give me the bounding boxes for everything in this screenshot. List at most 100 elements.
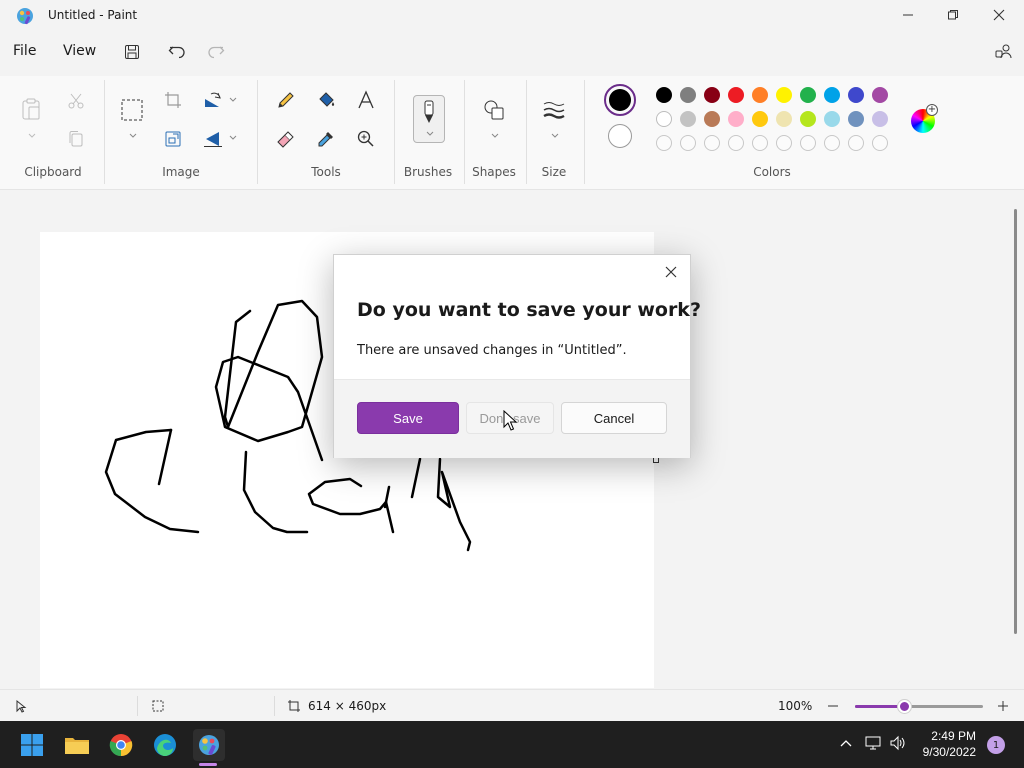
text-tool-button[interactable] [353, 87, 379, 113]
color-swatch[interactable] [728, 111, 744, 127]
save-button[interactable]: Save [357, 402, 459, 434]
custom-color-slot[interactable] [824, 135, 840, 151]
menu-view[interactable]: View [63, 43, 96, 59]
save-icon [125, 45, 139, 59]
edge-button[interactable] [149, 729, 181, 761]
fill-bucket-icon [319, 92, 335, 107]
zoom-slider-thumb[interactable] [897, 700, 911, 713]
resize-icon [165, 131, 181, 147]
chevron-up-icon[interactable] [839, 738, 853, 748]
color-swatch[interactable] [776, 111, 792, 127]
color-swatch[interactable] [800, 111, 816, 127]
network-icon[interactable] [865, 735, 883, 751]
custom-color-slot[interactable] [848, 135, 864, 151]
color-swatch[interactable] [704, 87, 720, 103]
custom-color-slot[interactable] [656, 135, 672, 151]
dialog-title: Do you want to save your work? [357, 299, 701, 321]
color-swatch[interactable] [680, 87, 696, 103]
zoom-slider[interactable] [855, 700, 983, 713]
color-picker-button[interactable] [313, 126, 339, 152]
magnifier-button[interactable] [353, 126, 379, 152]
resize-button[interactable] [160, 126, 186, 152]
chevron-down-icon[interactable] [128, 132, 138, 140]
custom-color-slot[interactable] [752, 135, 768, 151]
volume-icon[interactable] [889, 735, 907, 751]
ribbon-divider [464, 80, 465, 184]
ribbon-divider [394, 80, 395, 184]
color-swatch[interactable] [728, 87, 744, 103]
color-swatch[interactable] [824, 87, 840, 103]
custom-color-slot[interactable] [872, 135, 888, 151]
color-swatch[interactable] [656, 111, 672, 127]
color-swatch[interactable] [656, 87, 672, 103]
color-swatch[interactable] [752, 87, 768, 103]
group-label-image: Image [162, 165, 200, 179]
paste-button[interactable] [18, 96, 44, 122]
rotate-icon [205, 92, 221, 107]
cut-button[interactable] [63, 88, 89, 114]
rotate-button[interactable] [200, 87, 226, 113]
color-swatch[interactable] [848, 111, 864, 127]
pencil-tool-button[interactable] [273, 87, 299, 113]
secondary-color-swatch[interactable] [608, 124, 632, 148]
color-swatch[interactable] [872, 87, 888, 103]
custom-color-slot[interactable] [800, 135, 816, 151]
color-swatch[interactable] [848, 87, 864, 103]
primary-color-selector[interactable] [604, 84, 636, 116]
cut-icon [68, 93, 84, 109]
eyedropper-icon [318, 132, 333, 147]
custom-color-slot[interactable] [680, 135, 696, 151]
chevron-down-icon[interactable] [228, 96, 238, 104]
fill-tool-button[interactable] [313, 87, 339, 113]
flip-icon [204, 132, 222, 147]
clock[interactable]: 2:49 PM 9/30/2022 [923, 728, 976, 760]
chevron-down-icon[interactable] [228, 134, 238, 142]
notification-badge[interactable]: 1 [987, 736, 1005, 754]
color-swatch[interactable] [872, 111, 888, 127]
brushes-button[interactable] [413, 95, 445, 143]
color-swatch[interactable] [800, 87, 816, 103]
chevron-down-icon[interactable] [27, 132, 37, 140]
minimize-button[interactable] [885, 0, 931, 30]
custom-color-slot[interactable] [704, 135, 720, 151]
file-explorer-button[interactable] [61, 729, 93, 761]
crop-button[interactable] [160, 87, 186, 113]
zoom-in-icon[interactable] [997, 700, 1009, 712]
edit-colors-button[interactable]: + [910, 104, 938, 133]
zoom-out-icon[interactable] [827, 700, 839, 712]
chevron-down-icon[interactable] [550, 132, 560, 140]
eraser-icon [277, 131, 294, 148]
start-button[interactable] [16, 729, 48, 761]
save-quick-button[interactable] [120, 40, 144, 64]
custom-color-slot[interactable] [728, 135, 744, 151]
color-swatch[interactable] [776, 87, 792, 103]
paint-taskbar-button[interactable] [193, 729, 225, 761]
zoom-level-text: 100% [778, 699, 813, 713]
copy-button[interactable] [63, 126, 89, 152]
select-button[interactable] [119, 97, 145, 123]
windows-logo-icon [21, 734, 43, 756]
redo-button[interactable] [204, 40, 228, 64]
size-button[interactable] [541, 97, 567, 123]
shapes-button[interactable] [481, 97, 507, 123]
dialog-close-button[interactable] [660, 261, 682, 283]
account-button[interactable] [992, 40, 1016, 64]
custom-color-slot[interactable] [776, 135, 792, 151]
flip-button[interactable] [200, 126, 226, 152]
color-swatch[interactable] [704, 111, 720, 127]
cancel-button[interactable]: Cancel [561, 402, 667, 434]
eraser-tool-button[interactable] [273, 126, 299, 152]
restore-button[interactable] [930, 0, 976, 30]
vertical-scrollbar[interactable] [1014, 209, 1017, 634]
color-swatch[interactable] [680, 111, 696, 127]
undo-button[interactable] [165, 40, 189, 64]
color-swatch[interactable] [752, 111, 768, 127]
menu-file[interactable]: File [13, 43, 36, 59]
color-swatch[interactable] [824, 111, 840, 127]
window-title: Untitled - Paint [48, 8, 138, 22]
chrome-button[interactable] [105, 729, 137, 761]
chevron-down-icon[interactable] [490, 132, 500, 140]
group-label-colors: Colors [753, 165, 791, 179]
selection-size-icon [152, 700, 164, 712]
close-window-button[interactable] [976, 0, 1022, 30]
